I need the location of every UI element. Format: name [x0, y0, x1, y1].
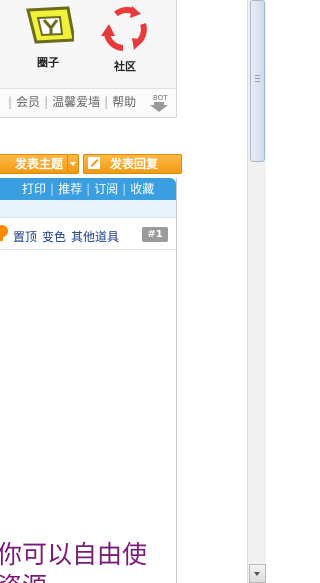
link-separator: |: [44, 95, 49, 109]
floor-number-badge[interactable]: #1: [142, 227, 168, 242]
quick-links: | 会员 | 温馨爱墙 | 帮助 BOT: [0, 88, 176, 113]
link-help[interactable]: 帮助: [112, 95, 136, 109]
post-reply-button[interactable]: 发表回复: [83, 154, 182, 174]
toolbar-favorite[interactable]: 收藏: [130, 182, 154, 196]
nav-shequ[interactable]: 社区: [95, 6, 155, 74]
post-body-line: 资源: [0, 571, 147, 583]
column-border: [176, 178, 177, 583]
thread-toolbar: 打印 | 推荐 | 订阅 | 收藏: [0, 178, 176, 200]
link-member[interactable]: 会员: [16, 95, 40, 109]
link-separator: |: [104, 95, 109, 109]
scroll-down-arrow-icon[interactable]: [249, 564, 266, 583]
nav-quanzi[interactable]: 圈子: [18, 6, 78, 70]
link-wall[interactable]: 温馨爱墙: [52, 95, 100, 109]
community-cycle-icon: [101, 6, 147, 51]
scrollbar-thumb[interactable]: [250, 0, 265, 162]
top-nav-panel: 圈子 社区 | 会员 | 温馨爱墙 | 帮助 BOT: [0, 0, 177, 118]
back-to-bottom-icon[interactable]: BOT: [150, 92, 172, 112]
toolbar-subscribe[interactable]: 订阅: [94, 182, 118, 196]
tool-color[interactable]: 变色: [42, 230, 66, 244]
grip-line: [255, 81, 260, 82]
post-body-line: 你可以自由使: [0, 540, 148, 569]
divider: [0, 249, 176, 250]
pin-icon: [0, 225, 8, 241]
post-topic-button[interactable]: 发表主题: [0, 154, 68, 174]
svg-text:BOT: BOT: [153, 94, 168, 102]
tool-sticky[interactable]: 置顶: [13, 230, 37, 244]
toolbar-print[interactable]: 打印: [22, 182, 46, 196]
toolbar-separator: |: [50, 182, 55, 196]
vertical-scrollbar[interactable]: [247, 0, 266, 583]
nav-quanzi-label: 圈子: [37, 56, 59, 69]
toolbar-separator: |: [122, 182, 127, 196]
toolbar-recommend[interactable]: 推荐: [58, 182, 82, 196]
forum-page: 圈子 社区 | 会员 | 温馨爱墙 | 帮助 BOT 发表主题 发表回复 打印 …: [0, 0, 247, 583]
post-reply-label: 发表回复: [110, 157, 159, 171]
toolbar-separator: |: [86, 182, 91, 196]
grip-line: [255, 78, 260, 79]
pencil-icon: [88, 157, 100, 169]
nav-shequ-label: 社区: [114, 60, 136, 73]
grip-line: [255, 75, 260, 76]
circle-group-icon: [26, 6, 76, 44]
tool-other[interactable]: 其他道具: [71, 230, 119, 244]
link-separator: |: [8, 95, 13, 109]
post-topic-label: 发表主题: [14, 157, 63, 171]
post-type-dropdown[interactable]: [67, 154, 79, 174]
post-body: 你可以自由使 资源: [0, 539, 147, 583]
thread-subbar: [0, 200, 176, 218]
